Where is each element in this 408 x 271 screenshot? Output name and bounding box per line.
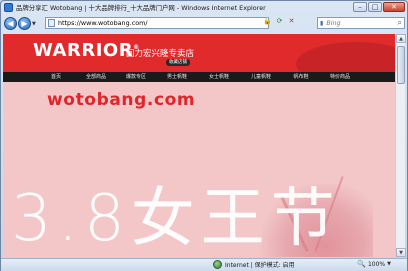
store-name: 回力宏兴隆专卖店	[126, 49, 195, 59]
chevron-down-icon[interactable]: ▼	[387, 261, 391, 267]
security-zone[interactable]: Internet | 保护模式: 启用	[213, 260, 295, 269]
bing-icon: ▮	[320, 19, 324, 27]
browser-window: 品牌分享汇 Wotobang | 十大品牌排行_十大品牌门户网 - Window…	[0, 0, 408, 271]
scroll-thumb[interactable]	[397, 46, 405, 84]
promo-banner-text[interactable]: 3.8女王节	[11, 167, 341, 257]
scroll-up-icon[interactable]: ▲	[396, 34, 406, 43]
zone-text: Internet | 保护模式: 启用	[225, 262, 295, 269]
header-decoration	[296, 42, 396, 72]
zoom-icon: 🔍	[357, 260, 366, 268]
address-url[interactable]: https://www.wotobang.com/	[58, 19, 148, 27]
history-dropdown-icon[interactable]: ▼	[32, 21, 36, 27]
vertical-scrollbar[interactable]: ▲ ▼	[395, 34, 406, 257]
search-icon[interactable]: ⌕	[398, 18, 402, 28]
menu-item-sale[interactable]: 特价商品	[320, 72, 360, 82]
store-menu: 首页 全部商品 爆款专区 男士帆鞋 女士帆鞋 儿童帆鞋 帆布鞋 特价商品	[3, 72, 396, 82]
menu-item-kids[interactable]: 儿童帆鞋	[240, 72, 282, 82]
maximize-button[interactable]: □	[368, 2, 382, 12]
zoom-control[interactable]: 🔍 100% ▼	[357, 260, 391, 268]
menu-item-hot[interactable]: 爆款专区	[116, 72, 156, 82]
brand-logo[interactable]: WARRIOR®	[33, 40, 140, 61]
globe-icon	[213, 260, 222, 269]
address-tools: 🔒 ⟳ ✕	[263, 17, 296, 26]
search-placeholder[interactable]: Bing	[326, 19, 340, 27]
address-bar[interactable]: https://www.wotobang.com/	[45, 17, 269, 29]
page-icon	[48, 19, 55, 27]
status-bar: Internet | 保护模式: 启用 🔍 100% ▼	[1, 258, 407, 271]
site-domain-watermark: wotobang.com	[47, 90, 196, 110]
menu-item-all[interactable]: 全部商品	[76, 72, 116, 82]
menu-item-home[interactable]: 首页	[36, 72, 76, 82]
scroll-down-icon[interactable]: ▼	[396, 248, 406, 257]
menu-item-canvas[interactable]: 帆布鞋	[282, 72, 320, 82]
title-bar: 品牌分享汇 Wotobang | 十大品牌排行_十大品牌门户网 - Window…	[1, 1, 407, 14]
ie-app-icon	[4, 3, 13, 12]
page-viewport: WARRIOR® 回力宏兴隆专卖店 收藏店铺 首页 全部商品 爆款专区 男士帆鞋…	[3, 34, 396, 257]
refresh-icon[interactable]: ⟳	[275, 17, 284, 26]
menu-item-men[interactable]: 男士帆鞋	[156, 72, 198, 82]
minimize-button[interactable]: –	[353, 2, 367, 12]
search-box[interactable]: ▮ Bing ⌕	[317, 17, 405, 29]
back-button[interactable]: ◀	[4, 17, 17, 30]
menu-item-women[interactable]: 女士帆鞋	[198, 72, 240, 82]
window-controls: – □ ✕	[353, 2, 405, 12]
close-button[interactable]: ✕	[383, 2, 405, 12]
forward-button[interactable]: ▶	[18, 17, 31, 30]
store-header: WARRIOR® 回力宏兴隆专卖店 收藏店铺	[3, 34, 396, 72]
brand-name: WARRIOR	[33, 40, 134, 61]
window-title: 品牌分享汇 Wotobang | 十大品牌排行_十大品牌门户网 - Window…	[16, 4, 266, 12]
stop-icon[interactable]: ✕	[287, 17, 296, 26]
favorite-store-button[interactable]: 收藏店铺	[166, 59, 190, 66]
zoom-level: 100%	[367, 260, 386, 268]
lock-icon[interactable]: 🔒	[263, 17, 272, 26]
navigation-bar: ◀ ▶ ▼ https://www.wotobang.com/ 🔒 ⟳ ✕ ▮ …	[1, 15, 407, 32]
